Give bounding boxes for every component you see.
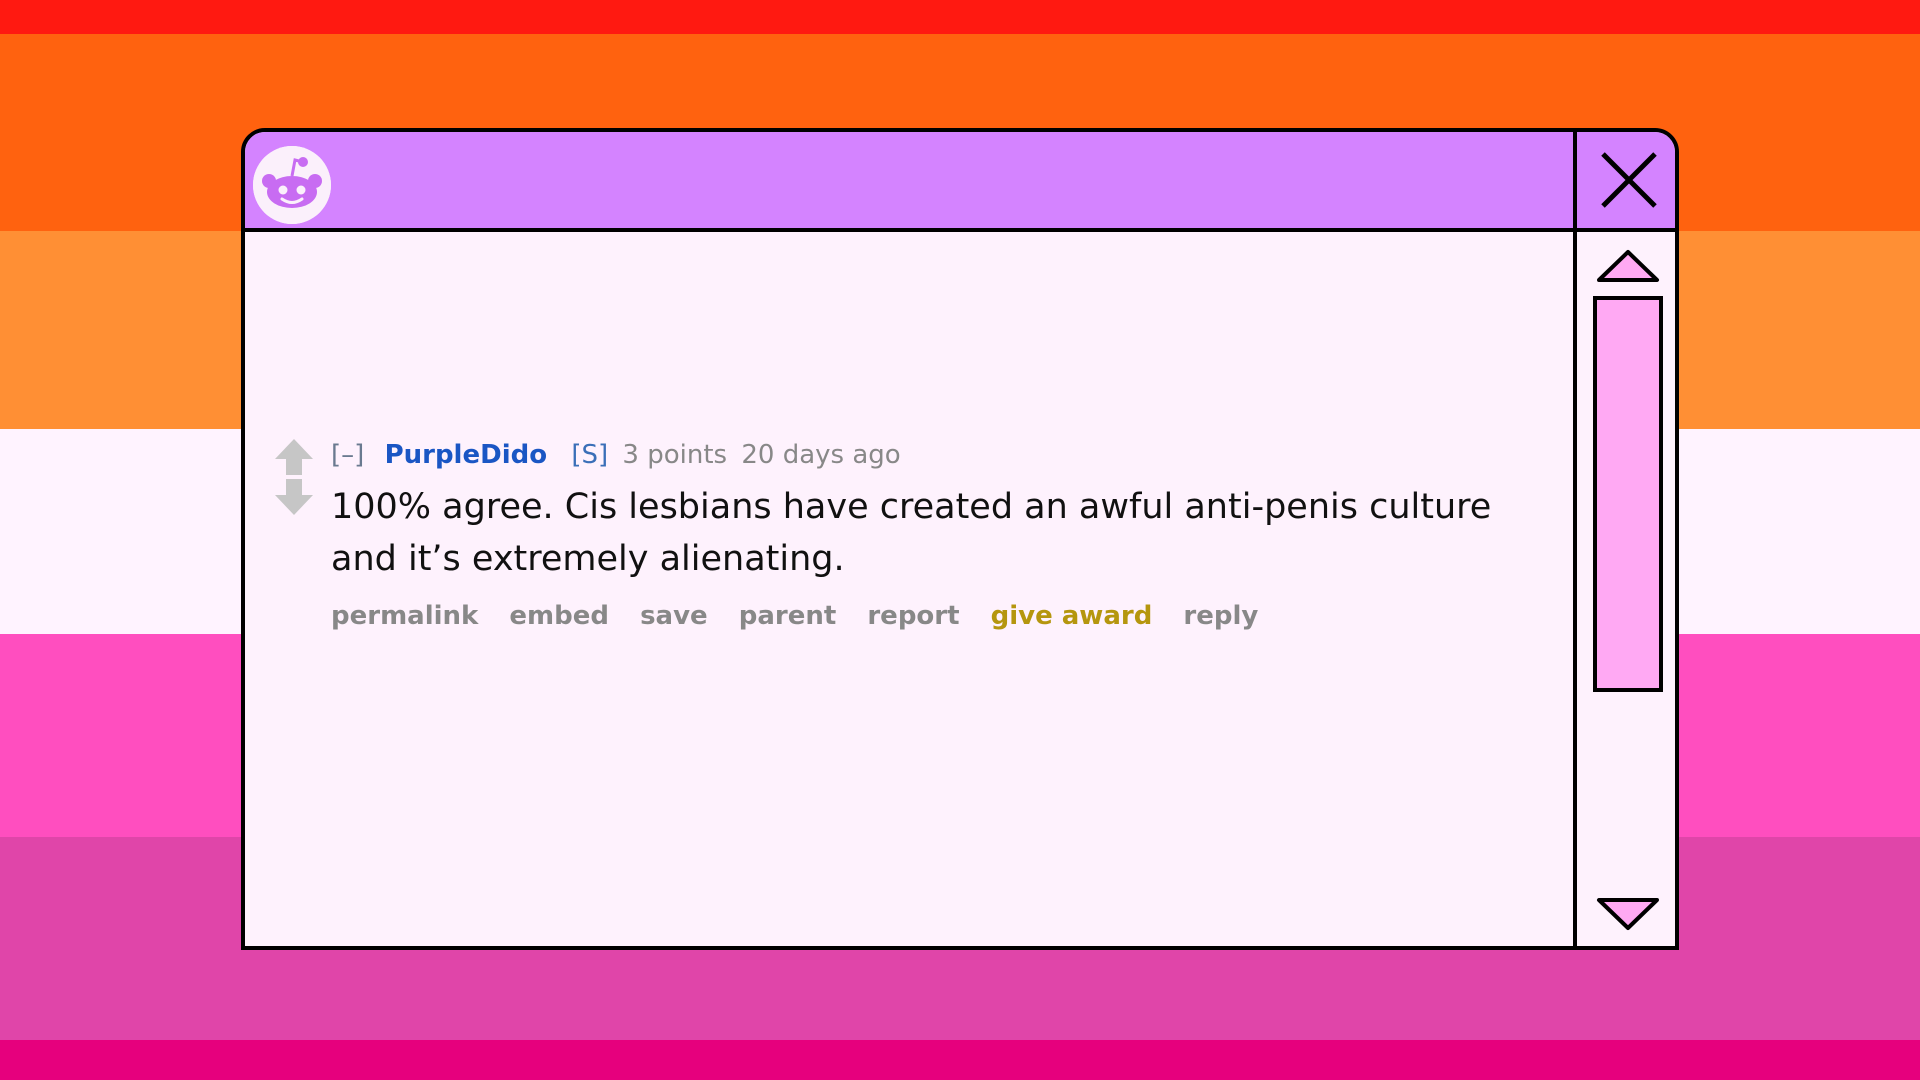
vote-arrows [273, 437, 315, 517]
embed-link[interactable]: embed [509, 601, 609, 631]
close-x-icon [1601, 152, 1657, 208]
comment-tagline: [–] PurpleDido [S] 3 points 20 days ago [331, 437, 1561, 473]
parent-link[interactable]: parent [739, 601, 837, 631]
downvote-arrow-icon[interactable] [273, 477, 315, 517]
comment-window: [–] PurpleDido [S] 3 points 20 days ago … [241, 128, 1679, 950]
title-bar [245, 132, 1573, 232]
comment-text: 100% agree. Cis lesbians have created an… [331, 487, 1492, 579]
give-award-link[interactable]: give award [991, 601, 1153, 631]
collapse-toggle[interactable]: [–] [331, 440, 364, 470]
triangle-up-icon [1597, 250, 1659, 282]
scroll-up-button[interactable] [1595, 248, 1661, 284]
flag-stripe [0, 0, 1920, 34]
triangle-down-icon [1597, 898, 1659, 930]
reply-link[interactable]: reply [1183, 601, 1258, 631]
flag-stripe [0, 1040, 1920, 1080]
save-link[interactable]: save [640, 601, 708, 631]
close-button[interactable] [1577, 132, 1675, 232]
scroll-down-button[interactable] [1595, 896, 1661, 932]
report-link[interactable]: report [867, 601, 959, 631]
scroll-thumb[interactable] [1593, 296, 1663, 692]
comment-author[interactable]: PurpleDido [385, 440, 548, 470]
comment-age: 20 days ago [741, 440, 901, 470]
reddit-snoo-icon [253, 146, 331, 224]
comment-actions: permalink embed save parent report give … [331, 601, 1561, 631]
submitter-tag: [S] [571, 440, 609, 470]
scrollbar[interactable] [1577, 232, 1675, 946]
upvote-arrow-icon[interactable] [273, 437, 315, 477]
comment-score: 3 points [622, 440, 728, 470]
permalink-link[interactable]: permalink [331, 601, 478, 631]
comment-body: [–] PurpleDido [S] 3 points 20 days ago … [331, 437, 1561, 631]
